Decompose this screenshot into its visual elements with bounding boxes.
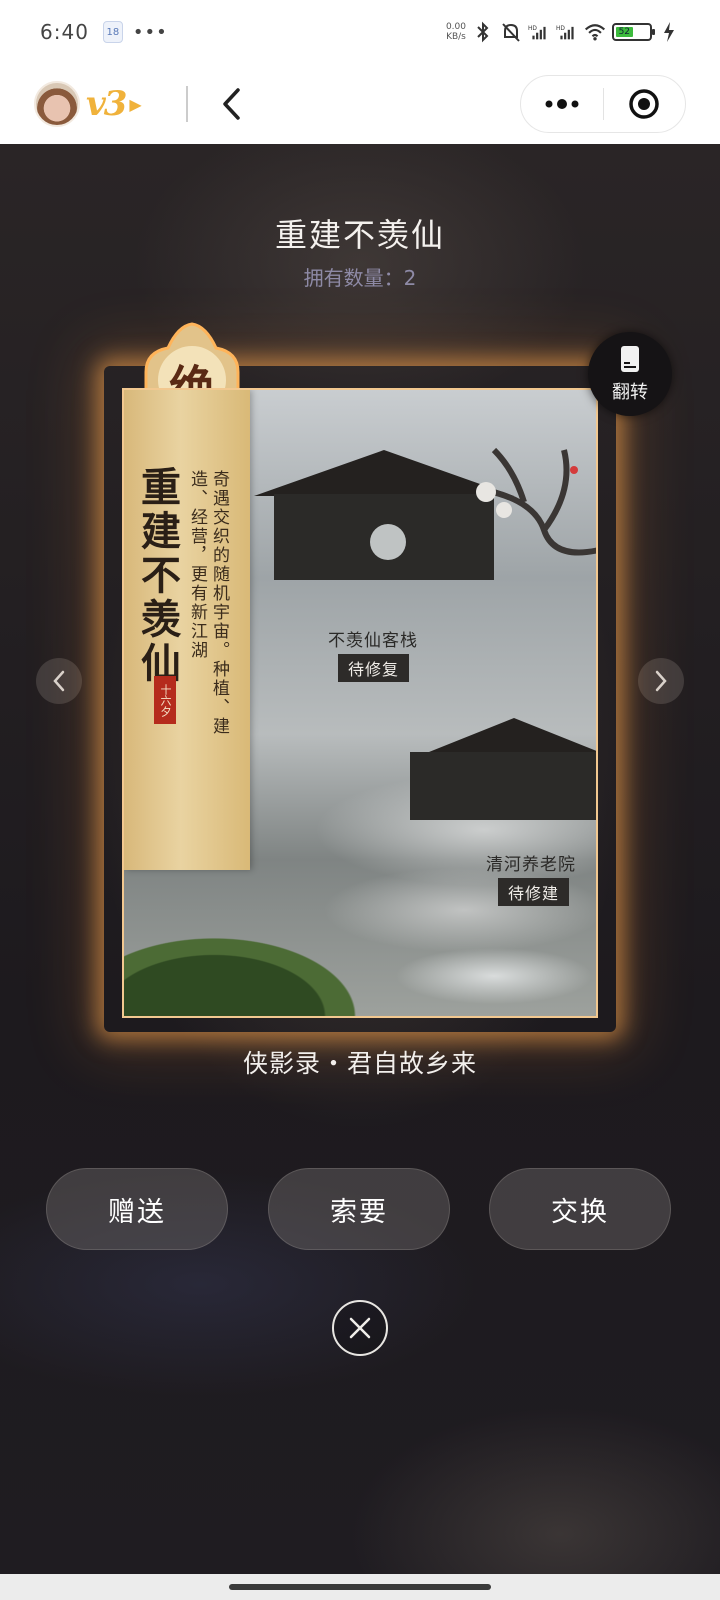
mini-program-capsule [520, 75, 686, 133]
status-time: 6:40 [40, 20, 89, 44]
gift-button[interactable]: 赠送 [46, 1168, 228, 1250]
card-detail-overlay: 重建不羡仙 拥有数量：2 绝 不羡仙客栈 待修复 清河养老院 待 [0, 144, 720, 1574]
exchange-button[interactable]: 交换 [489, 1168, 671, 1250]
place-label-inn: 不羡仙客栈 [328, 631, 418, 651]
close-icon [349, 1317, 371, 1339]
wifi-icon [584, 21, 606, 43]
close-miniprogram-button[interactable] [604, 76, 686, 132]
request-button[interactable]: 索要 [268, 1168, 450, 1250]
prev-card-button[interactable] [36, 658, 82, 704]
svg-text:HD: HD [556, 26, 565, 32]
flip-label: 翻转 [612, 382, 648, 403]
charging-icon [658, 21, 680, 43]
nursing-home-building [410, 752, 596, 820]
vip-level-badge[interactable]: v3 [86, 84, 127, 124]
battery-level: 52 [616, 27, 633, 37]
nursing-home-roof [424, 718, 596, 754]
status-bar: 6:40 18 ••• 0.00 KB/s HD HD 52 [0, 0, 720, 64]
card-river [384, 916, 596, 1006]
system-nav-bar [0, 1574, 720, 1600]
more-button[interactable] [521, 76, 603, 132]
back-button[interactable] [216, 84, 246, 124]
place-label-nursing-home: 清河养老院 [486, 855, 576, 875]
phone-flip-icon [621, 346, 639, 372]
signal-hd-icon-2: HD [556, 21, 578, 43]
close-button[interactable] [332, 1300, 388, 1356]
mute-bell-icon [500, 21, 522, 43]
card-hill [124, 866, 364, 1016]
notification-badge: 18 [102, 21, 123, 43]
status-more-dots: ••• [132, 21, 168, 43]
more-dots-icon [545, 99, 579, 109]
owned-count: 拥有数量：2 [303, 266, 417, 290]
scroll-panel: 重建不羡仙 十六夕 奇遇交织的随机宇宙。种植、建造、经营，更有新江湖 [124, 390, 250, 870]
svg-text:HD: HD [528, 26, 537, 32]
flip-button[interactable]: 翻转 [588, 332, 672, 416]
card-title: 重建不羡仙 [274, 216, 445, 254]
chevron-right-icon [655, 670, 667, 692]
place-status-inn: 待修复 [338, 654, 410, 682]
seal-stamp: 十六夕 [154, 676, 176, 724]
card-description: 奇遇交织的随机宇宙。种植、建造、经营，更有新江湖 [187, 470, 229, 736]
card-image[interactable]: 不羡仙客栈 待修复 清河养老院 待修建 重建不羡仙 十六夕 奇遇交织的随机宇宙。… [122, 388, 598, 1018]
place-status-nursing-home: 待修建 [498, 878, 570, 906]
scroll-title: 重建不羡仙 [134, 466, 181, 686]
avatar[interactable] [34, 81, 80, 127]
record-circle-icon [629, 89, 659, 119]
bluetooth-icon [472, 21, 494, 43]
plum-tree [476, 447, 596, 556]
next-card-button[interactable] [638, 658, 684, 704]
battery-icon: 52 [612, 23, 655, 41]
header-divider [185, 86, 188, 122]
status-icons: 0.00 KB/s HD HD 52 [446, 21, 680, 43]
app-header: v3 ▶ [0, 64, 720, 144]
net-speed: 0.00 KB/s [445, 22, 466, 42]
home-indicator[interactable] [229, 1584, 491, 1590]
card-set-name: 侠影录・君自故乡来 [242, 1049, 477, 1078]
back-chevron-icon [222, 88, 240, 120]
signal-hd-icon: HD [528, 21, 550, 43]
vip-arrow-icon[interactable]: ▶ [129, 95, 141, 114]
chevron-left-icon [53, 670, 65, 692]
